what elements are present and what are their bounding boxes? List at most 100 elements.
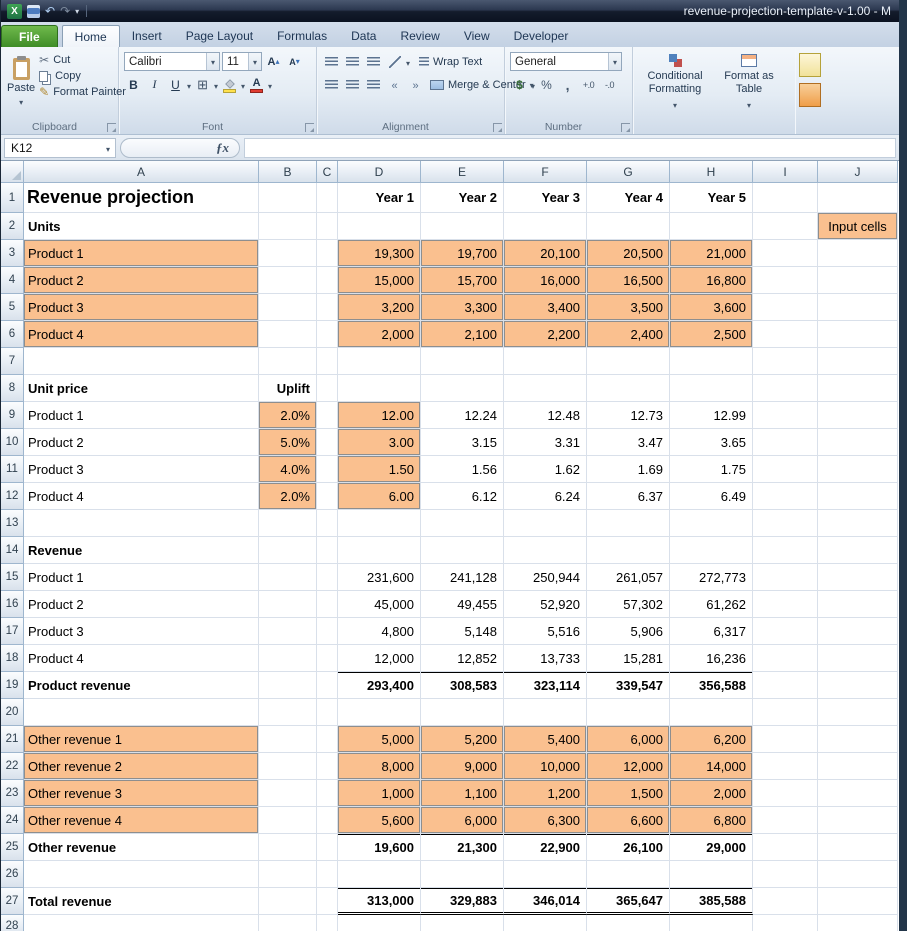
cell-C4[interactable] <box>317 267 338 294</box>
cell-D5[interactable]: 3,200 <box>338 294 421 321</box>
cell-G11[interactable]: 1.69 <box>587 456 670 483</box>
column-header-I[interactable]: I <box>753 161 818 183</box>
cell-D4[interactable]: 15,000 <box>338 267 421 294</box>
row-header-6[interactable]: 6 <box>1 321 24 348</box>
insert-function-button[interactable]: ƒx <box>120 138 240 158</box>
tab-insert[interactable]: Insert <box>120 25 174 47</box>
cell-C7[interactable] <box>317 348 338 375</box>
cell-F22[interactable]: 10,000 <box>504 753 587 780</box>
cell-C27[interactable] <box>317 888 338 915</box>
orientation-button[interactable] <box>385 52 404 71</box>
row-header-1[interactable]: 1 <box>1 183 24 213</box>
font-dialog-launcher[interactable] <box>305 123 314 132</box>
cell-I15[interactable] <box>753 564 818 591</box>
cell-E1[interactable]: Year 2 <box>421 183 504 213</box>
cell-D3[interactable]: 19,300 <box>338 240 421 267</box>
cell-H21[interactable]: 6,200 <box>670 726 753 753</box>
save-icon[interactable] <box>27 5 40 18</box>
cell-F17[interactable]: 5,516 <box>504 618 587 645</box>
cell-B24[interactable] <box>259 807 317 834</box>
undo-icon[interactable]: ↶ <box>45 5 55 17</box>
align-left-button[interactable] <box>322 75 341 94</box>
cell-A5[interactable]: Product 3 <box>24 294 259 321</box>
cell-D1[interactable]: Year 1 <box>338 183 421 213</box>
cell-F2[interactable] <box>504 213 587 240</box>
column-header-B[interactable]: B <box>259 161 317 183</box>
cell-H18[interactable]: 16,236 <box>670 645 753 672</box>
cell-A19[interactable]: Product revenue <box>24 672 259 699</box>
cell-I25[interactable] <box>753 834 818 861</box>
orientation-dropdown-icon[interactable] <box>406 53 410 71</box>
cell-E23[interactable]: 1,100 <box>421 780 504 807</box>
column-header-F[interactable]: F <box>504 161 587 183</box>
accounting-dropdown-icon[interactable] <box>531 76 535 94</box>
cell-G15[interactable]: 261,057 <box>587 564 670 591</box>
cell-E16[interactable]: 49,455 <box>421 591 504 618</box>
row-header-26[interactable]: 26 <box>1 861 24 888</box>
cell-H26[interactable] <box>670 861 753 888</box>
cell-D17[interactable]: 4,800 <box>338 618 421 645</box>
align-top-button[interactable] <box>322 52 341 71</box>
column-header-H[interactable]: H <box>670 161 753 183</box>
font-size-combobox[interactable]: 11 <box>222 52 262 71</box>
cell-A25[interactable]: Other revenue <box>24 834 259 861</box>
cell-I9[interactable] <box>753 402 818 429</box>
cell-E15[interactable]: 241,128 <box>421 564 504 591</box>
cell-F16[interactable]: 52,920 <box>504 591 587 618</box>
cell-F4[interactable]: 16,000 <box>504 267 587 294</box>
cell-G14[interactable] <box>587 537 670 564</box>
cell-F7[interactable] <box>504 348 587 375</box>
cell-E20[interactable] <box>421 699 504 726</box>
cell-H15[interactable]: 272,773 <box>670 564 753 591</box>
cell-A27[interactable]: Total revenue <box>24 888 259 915</box>
cell-F23[interactable]: 1,200 <box>504 780 587 807</box>
cell-A13[interactable] <box>24 510 259 537</box>
cell-B6[interactable] <box>259 321 317 348</box>
decrease-indent-button[interactable] <box>385 75 404 94</box>
cell-F19[interactable]: 323,114 <box>504 672 587 699</box>
cell-D18[interactable]: 12,000 <box>338 645 421 672</box>
cell-D9[interactable]: 12.00 <box>338 402 421 429</box>
cell-J1[interactable] <box>818 183 898 213</box>
cell-D26[interactable] <box>338 861 421 888</box>
cell-A11[interactable]: Product 3 <box>24 456 259 483</box>
cell-H13[interactable] <box>670 510 753 537</box>
cell-C1[interactable] <box>317 183 338 213</box>
cell-F26[interactable] <box>504 861 587 888</box>
cell-B23[interactable] <box>259 780 317 807</box>
cell-D16[interactable]: 45,000 <box>338 591 421 618</box>
cell-D24[interactable]: 5,600 <box>338 807 421 834</box>
cell-G19[interactable]: 339,547 <box>587 672 670 699</box>
cell-A7[interactable] <box>24 348 259 375</box>
cell-E22[interactable]: 9,000 <box>421 753 504 780</box>
percent-style-button[interactable]: % <box>537 75 556 94</box>
cell-B13[interactable] <box>259 510 317 537</box>
bold-button[interactable]: B <box>124 75 143 94</box>
cell-G8[interactable] <box>587 375 670 402</box>
cell-B12[interactable]: 2.0% <box>259 483 317 510</box>
cell-I19[interactable] <box>753 672 818 699</box>
cell-C22[interactable] <box>317 753 338 780</box>
cell-C15[interactable] <box>317 564 338 591</box>
cell-G10[interactable]: 3.47 <box>587 429 670 456</box>
italic-button[interactable]: I <box>145 75 164 94</box>
cell-E4[interactable]: 15,700 <box>421 267 504 294</box>
row-header-14[interactable]: 14 <box>1 537 24 564</box>
cell-B9[interactable]: 2.0% <box>259 402 317 429</box>
grow-font-button[interactable]: A <box>264 52 283 71</box>
cell-A14[interactable]: Revenue <box>24 537 259 564</box>
cell-A8[interactable]: Unit price <box>24 375 259 402</box>
cell-C16[interactable] <box>317 591 338 618</box>
cell-D11[interactable]: 1.50 <box>338 456 421 483</box>
row-header-20[interactable]: 20 <box>1 699 24 726</box>
cell-B16[interactable] <box>259 591 317 618</box>
cell-I26[interactable] <box>753 861 818 888</box>
cell-J10[interactable] <box>818 429 898 456</box>
cell-J17[interactable] <box>818 618 898 645</box>
cell-I22[interactable] <box>753 753 818 780</box>
cell-F13[interactable] <box>504 510 587 537</box>
row-header-8[interactable]: 8 <box>1 375 24 402</box>
cell-A17[interactable]: Product 3 <box>24 618 259 645</box>
cell-J5[interactable] <box>818 294 898 321</box>
tab-review[interactable]: Review <box>388 25 451 47</box>
